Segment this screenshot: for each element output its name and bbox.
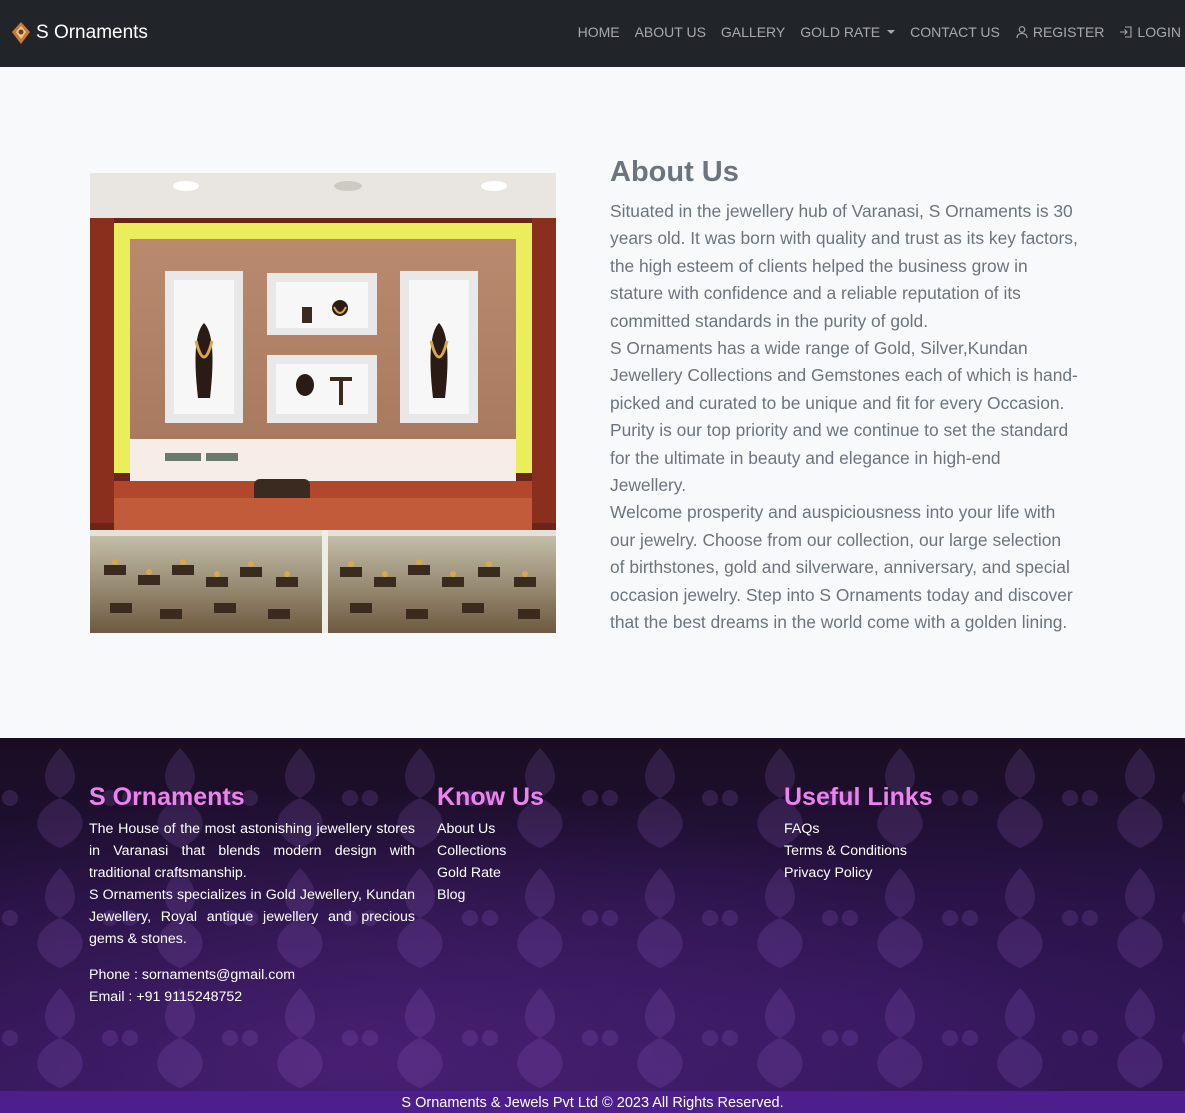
nav-about-us-label: ABOUT US [634, 24, 706, 40]
footer-link-terms[interactable]: Terms & Conditions [784, 840, 1084, 862]
footer-contact: Phone : sornaments@gmail.com Email : +91… [89, 964, 415, 1008]
nav-gold-rate-label: GOLD RATE [800, 24, 881, 40]
footer-link-blog[interactable]: Blog [437, 884, 737, 906]
user-icon [1016, 26, 1028, 39]
footer-know-us-title: Know Us [437, 783, 544, 811]
footer-link-privacy[interactable]: Privacy Policy [784, 862, 1084, 884]
nav-register[interactable]: REGISTER [1015, 24, 1105, 40]
nav-contact-us-label: CONTACT US [910, 24, 1000, 40]
footer-link-about-us[interactable]: About Us [437, 818, 737, 840]
nav-login-label: LOGIN [1137, 24, 1181, 40]
caret-down-icon [887, 30, 896, 34]
navbar: S Ornaments HOME ABOUT US GALLERY GOLD R… [0, 0, 1185, 67]
nav-gold-rate-dropdown[interactable]: GOLD RATE [800, 24, 896, 40]
about-paragraph: Welcome prosperity and auspiciousness in… [610, 502, 1073, 633]
nav-about-us[interactable]: ABOUT US [635, 24, 706, 40]
footer-link-collections[interactable]: Collections [437, 840, 737, 862]
footer: S Ornaments The House of the most astoni… [0, 738, 1185, 1091]
nav-menu: HOME ABOUT US GALLERY GOLD RATE CONTACT … [563, 24, 1181, 40]
about-title: About Us [610, 156, 739, 188]
footer-col-useful-links: Useful Links FAQs Terms & Conditions Pri… [784, 783, 1084, 884]
footer-col-know-us: Know Us About Us Collections Gold Rate B… [437, 783, 737, 906]
nav-home-label: HOME [577, 24, 620, 40]
footer-useful-links-title: Useful Links [784, 783, 933, 811]
footer-desc: S Ornaments specializes in Gold Jeweller… [89, 887, 415, 947]
nav-login[interactable]: LOGIN [1119, 24, 1181, 40]
copyright-bar: S Ornaments & Jewels Pvt Ltd © 2023 All … [0, 1091, 1185, 1113]
nav-gallery-label: GALLERY [720, 24, 786, 40]
about-paragraph: Situated in the jewellery hub of Varanas… [610, 201, 1078, 331]
nav-gallery[interactable]: GALLERY [721, 24, 785, 40]
nav-register-label: REGISTER [1032, 24, 1105, 40]
nav-contact-us[interactable]: CONTACT US [910, 24, 1000, 40]
brand-name: S Ornaments [36, 22, 148, 43]
login-icon [1120, 26, 1132, 38]
brand-link[interactable]: S Ornaments [10, 20, 148, 46]
footer-link-gold-rate[interactable]: Gold Rate [437, 862, 737, 884]
footer-brand-title: S Ornaments [89, 783, 245, 811]
footer-link-faqs[interactable]: FAQs [784, 818, 1084, 840]
logo-icon [12, 22, 30, 44]
footer-col-about: S Ornaments The House of the most astoni… [89, 783, 415, 1008]
store-interior-image [90, 173, 556, 633]
about-paragraph: S Ornaments has a wide range of Gold, Si… [610, 338, 1078, 496]
footer-email: Email : +91 9115248752 [89, 989, 243, 1005]
footer-phone: Phone : sornaments@gmail.com [89, 967, 296, 983]
nav-home[interactable]: HOME [578, 24, 620, 40]
footer-desc: The House of the most astonishing jewell… [89, 821, 415, 881]
about-text: Situated in the jewellery hub of Varanas… [610, 198, 1080, 637]
